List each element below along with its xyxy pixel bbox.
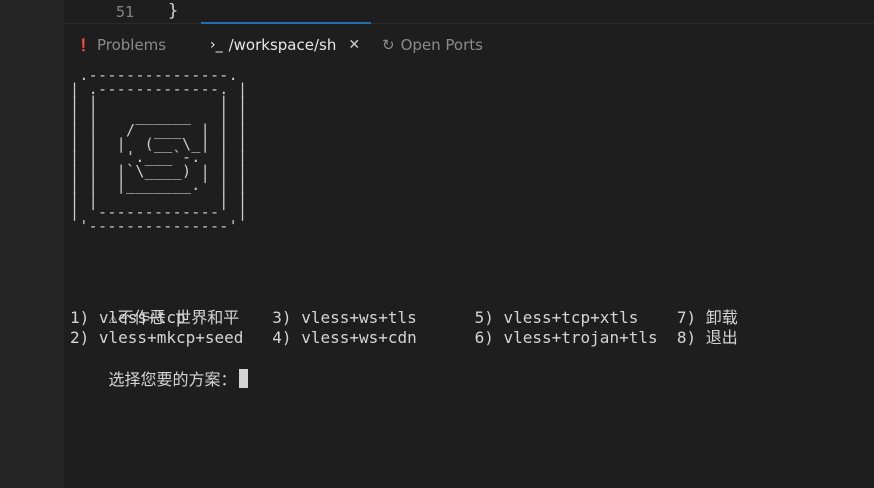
ascii-logo: .---------------. | .-------------. | | …	[70, 66, 248, 235]
prompt-line[interactable]: 选择您要的方案：	[70, 349, 248, 410]
editor-area[interactable]	[64, 0, 874, 24]
tab-problems-label: Problems	[96, 36, 167, 54]
info-circle-icon: ❗	[76, 38, 91, 52]
panel-tab-bar: ❗ Problems ›_ /workspace/sh ✕ ↻ Open Por…	[64, 24, 874, 64]
tab-terminal-label: /workspace/sh	[228, 36, 337, 54]
activity-gutter	[0, 0, 64, 488]
line-number: 51	[116, 3, 135, 21]
menu-line-1: 1) vless+tcp 3) vless+ws+tls 5) vless+tc…	[70, 308, 738, 327]
prompt-text: 选择您要的方案：	[108, 370, 237, 389]
terminal-cursor	[238, 369, 248, 388]
tab-terminal[interactable]: ›_ /workspace/sh ✕	[210, 34, 360, 56]
code-line[interactable]: }	[168, 1, 178, 21]
tab-problems[interactable]: ❗ Problems	[76, 34, 166, 56]
terminal-prompt-icon: ›_	[210, 37, 223, 53]
tab-open-ports-label: Open Ports	[400, 36, 483, 54]
terminal-panel[interactable]: .---------------. | .-------------. | | …	[64, 64, 874, 488]
tab-open-ports[interactable]: ↻ Open Ports	[382, 34, 483, 56]
menu-line-2: 2) vless+mkcp+seed 4) vless+ws+cdn 6) vl…	[70, 328, 738, 347]
close-icon[interactable]: ✕	[348, 37, 360, 53]
ports-icon: ↻	[382, 36, 395, 54]
